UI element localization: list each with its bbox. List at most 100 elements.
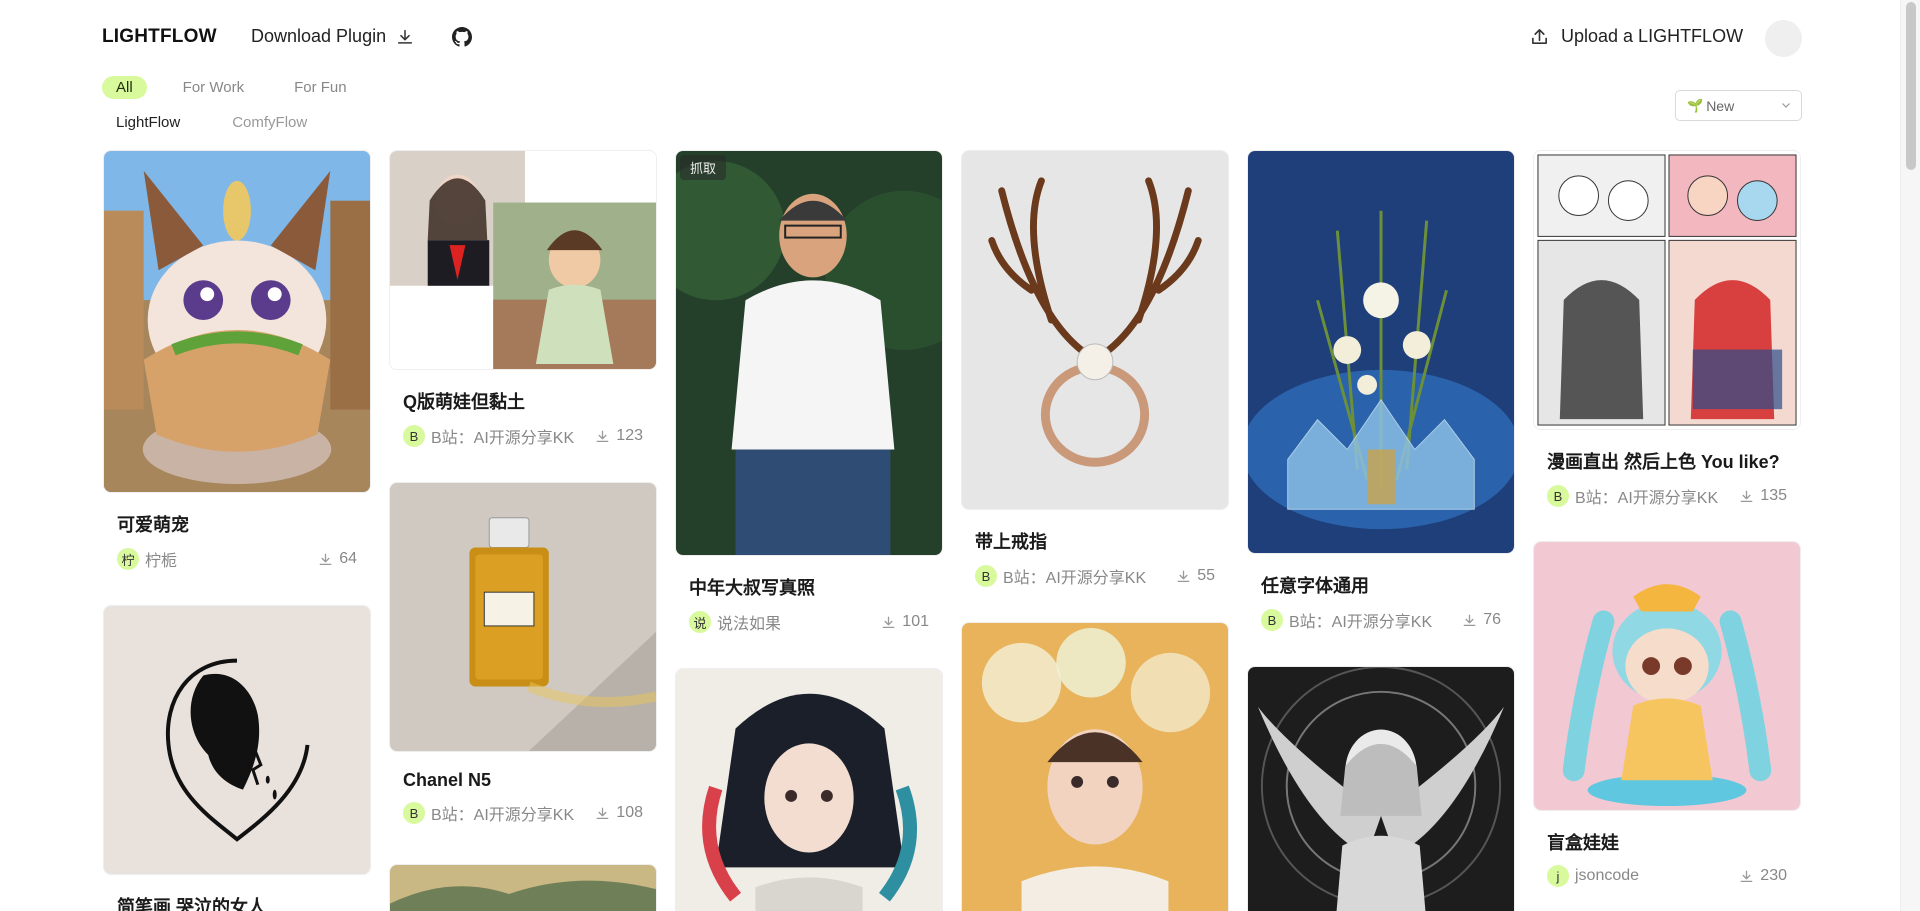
download-count: 101: [881, 613, 929, 631]
manga-colorize-image: [1534, 151, 1800, 429]
card-flower-girl[interactable]: [961, 622, 1229, 911]
author-name: 说法如果: [717, 616, 782, 633]
page-scrollbar[interactable]: [1900, 0, 1920, 911]
card-cute-pet[interactable]: 可爱萌宠 柠 柠栀 64: [103, 150, 371, 571]
download-icon: [1740, 870, 1753, 882]
card-ring[interactable]: 带上戒指 B B站：AI开源分享KK 55: [961, 150, 1229, 588]
card-meta: B B站：AI开源分享KK 76: [1247, 608, 1515, 632]
card-title[interactable]: Chanel N5: [389, 770, 657, 791]
sort-select[interactable]: 🌱 New: [1675, 90, 1802, 121]
download-icon: [882, 616, 895, 628]
brand-logo[interactable]: LIGHTFLOW: [102, 26, 217, 48]
tab-lightflow[interactable]: LightFlow: [116, 114, 180, 131]
download-count-value: 108: [616, 804, 643, 821]
grab-overlay-label[interactable]: 抓取: [680, 155, 727, 180]
top-header: LIGHTFLOW Download Plugin Upload a LIGHT…: [0, 0, 1900, 75]
sprout-icon: 🌱: [1687, 97, 1704, 113]
card-title[interactable]: 可爱萌宠: [103, 511, 371, 537]
cute-pet-image: [104, 151, 370, 492]
card-thumbnail[interactable]: [1247, 150, 1515, 554]
clay-doll-image: [390, 151, 656, 369]
github-icon[interactable]: [452, 27, 472, 47]
download-icon: [596, 430, 609, 442]
card-author[interactable]: 柠 柠栀: [117, 547, 177, 571]
upload-label: Upload a LIGHTFLOW: [1561, 26, 1744, 46]
card-meta: j jsoncode 230: [1533, 865, 1801, 887]
scrollbar-thumb[interactable]: [1906, 2, 1916, 170]
author-name: jsoncode: [1575, 867, 1640, 884]
card-meta: B B站：AI开源分享KK 55: [961, 564, 1229, 588]
download-count: 108: [595, 804, 643, 822]
card-meta: B B站：AI开源分享KK 123: [389, 424, 657, 448]
card-thumbnail[interactable]: [961, 622, 1229, 911]
card-thumbnail[interactable]: [103, 150, 371, 493]
download-count-value: 123: [616, 427, 643, 444]
card-crying-woman[interactable]: 简笔画 哭泣的女人: [103, 605, 371, 911]
card-meta: B B站：AI开源分享KK 135: [1533, 484, 1801, 508]
card-meta: 柠 柠栀 64: [103, 547, 371, 571]
card-colorful-hair-girl[interactable]: [675, 668, 943, 911]
card-thumbnail[interactable]: 抓取: [675, 150, 943, 556]
card-blind-box-doll[interactable]: 盲盒娃娃 j jsoncode 230: [1533, 541, 1801, 887]
download-count: 76: [1462, 611, 1501, 629]
download-count-value: 76: [1483, 611, 1501, 628]
card-clay-doll[interactable]: Q版萌娃但黏土 B B站：AI开源分享KK 123: [389, 150, 657, 448]
download-icon: [1177, 570, 1190, 582]
card-author[interactable]: B B站：AI开源分享KK: [1261, 608, 1432, 632]
card-title[interactable]: 中年大叔写真照: [675, 574, 943, 600]
card-thumbnail[interactable]: [103, 605, 371, 875]
card-angel[interactable]: [1247, 666, 1515, 911]
card-meta: 说 说法如果 101: [675, 610, 943, 634]
filter-for-work[interactable]: For Work: [169, 76, 258, 99]
author-name: B站：AI开源分享KK: [1289, 614, 1433, 631]
card-manga[interactable]: 漫画直出 然后上色 You like? B B站：AI开源分享KK 135: [1533, 150, 1801, 508]
author-avatar: B: [403, 802, 425, 824]
card-thumbnail[interactable]: [1533, 541, 1801, 811]
download-icon: [319, 553, 332, 565]
card-title[interactable]: 漫画直出 然后上色 You like?: [1533, 448, 1801, 474]
download-icon: [1740, 490, 1753, 502]
card-landscape[interactable]: [389, 864, 657, 911]
card-title[interactable]: 盲盒娃娃: [1533, 829, 1801, 855]
upload-icon: [1532, 29, 1547, 44]
card-thumbnail[interactable]: [389, 864, 657, 911]
filter-all[interactable]: All: [102, 76, 147, 99]
card-thumbnail[interactable]: [389, 482, 657, 752]
card-author[interactable]: j jsoncode: [1547, 865, 1639, 887]
author-name: 柠栀: [145, 553, 178, 570]
card-title[interactable]: 简笔画 哭泣的女人: [103, 893, 371, 911]
download-count-value: 101: [902, 613, 929, 630]
card-thumbnail[interactable]: [1533, 150, 1801, 430]
chevron-down-icon: [1782, 103, 1790, 108]
download-count-value: 230: [1760, 867, 1787, 884]
card-author[interactable]: B B站：AI开源分享KK: [975, 564, 1146, 588]
card-title[interactable]: 带上戒指: [961, 528, 1229, 554]
user-avatar[interactable]: [1765, 20, 1802, 57]
card-any-font[interactable]: 任意字体通用 B B站：AI开源分享KK 76: [1247, 150, 1515, 632]
card-chanel-n5[interactable]: Chanel N5 B B站：AI开源分享KK 108: [389, 482, 657, 825]
card-thumbnail[interactable]: [961, 150, 1229, 510]
author-avatar: B: [403, 425, 425, 447]
download-plugin-link[interactable]: Download Plugin: [251, 26, 414, 47]
card-middle-aged-portrait[interactable]: 抓取 中年大叔写真照 说 说法如果 101: [675, 150, 943, 634]
card-title[interactable]: 任意字体通用: [1247, 572, 1515, 598]
download-count: 64: [318, 550, 357, 568]
flower-crown-girl-image: [962, 623, 1228, 911]
download-plugin-label: Download Plugin: [251, 26, 387, 46]
card-author[interactable]: B B站：AI开源分享KK: [403, 801, 574, 825]
upload-lightflow-button[interactable]: Upload a LIGHTFLOW: [1530, 26, 1743, 47]
card-thumbnail[interactable]: [1247, 666, 1515, 911]
tab-comfyflow[interactable]: ComfyFlow: [232, 114, 307, 131]
card-author[interactable]: B B站：AI开源分享KK: [1547, 484, 1718, 508]
download-count-value: 135: [1760, 487, 1787, 504]
download-count: 123: [595, 427, 643, 445]
author-name: B站：AI开源分享KK: [431, 430, 575, 447]
card-author[interactable]: B B站：AI开源分享KK: [403, 424, 574, 448]
card-author[interactable]: 说 说法如果: [689, 610, 781, 634]
filter-for-fun[interactable]: For Fun: [280, 76, 361, 99]
card-thumbnail[interactable]: [675, 668, 943, 911]
card-title[interactable]: Q版萌娃但黏土: [389, 388, 657, 414]
card-thumbnail[interactable]: [389, 150, 657, 370]
author-avatar: B: [975, 565, 997, 587]
portrait-man-image: [676, 151, 942, 555]
